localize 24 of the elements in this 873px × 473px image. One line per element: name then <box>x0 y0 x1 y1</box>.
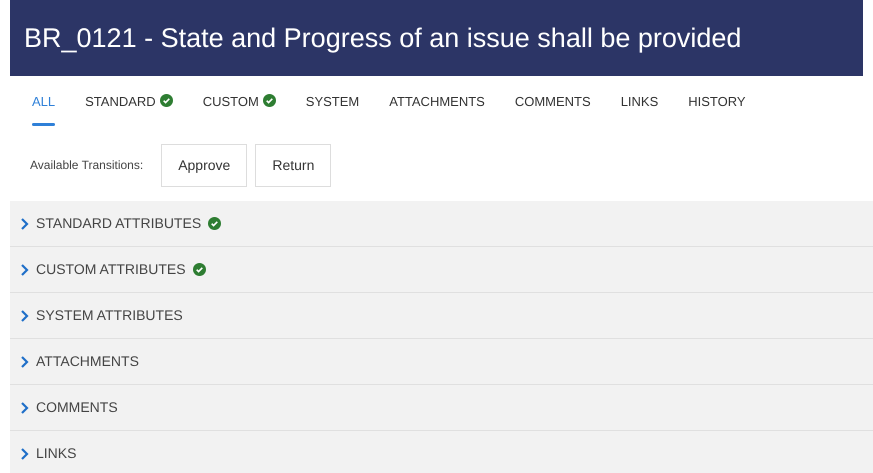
section-header[interactable]: STANDARD ATTRIBUTES <box>36 213 202 234</box>
chevron-icon[interactable] <box>20 400 29 414</box>
chevron-icon[interactable] <box>20 216 29 230</box>
tab[interactable]: ALL <box>32 94 56 126</box>
page-title: BR_0121 - State and Progress of an issue shall be provided <box>24 22 742 55</box>
section-header[interactable]: CUSTOM ATTRIBUTES <box>36 259 186 280</box>
transition-button[interactable]: Approve <box>161 144 248 186</box>
chevron-icon[interactable] <box>20 308 29 322</box>
section-header[interactable]: SYSTEM ATTRIBUTES <box>36 305 183 326</box>
transitions-label: Available Transitions: <box>30 157 144 174</box>
tab[interactable]: HISTORY <box>688 94 746 126</box>
chevron-icon[interactable] <box>20 446 29 460</box>
tab[interactable]: ATTACHMENTS <box>389 94 485 126</box>
section-header[interactable]: ATTACHMENTS <box>36 351 139 372</box>
section-header[interactable]: COMMENTS <box>36 397 118 418</box>
tab[interactable]: COMMENTS <box>514 94 591 126</box>
tab[interactable]: STANDARD <box>85 94 173 126</box>
tab[interactable]: SYSTEM <box>306 94 360 126</box>
chevron-icon[interactable] <box>20 354 29 368</box>
section-header[interactable]: LINKS <box>36 443 76 464</box>
transition-button[interactable]: Return <box>255 144 332 186</box>
chevron-icon[interactable] <box>20 262 29 276</box>
tab[interactable]: CUSTOM <box>202 94 276 126</box>
tab[interactable]: LINKS <box>620 94 658 126</box>
